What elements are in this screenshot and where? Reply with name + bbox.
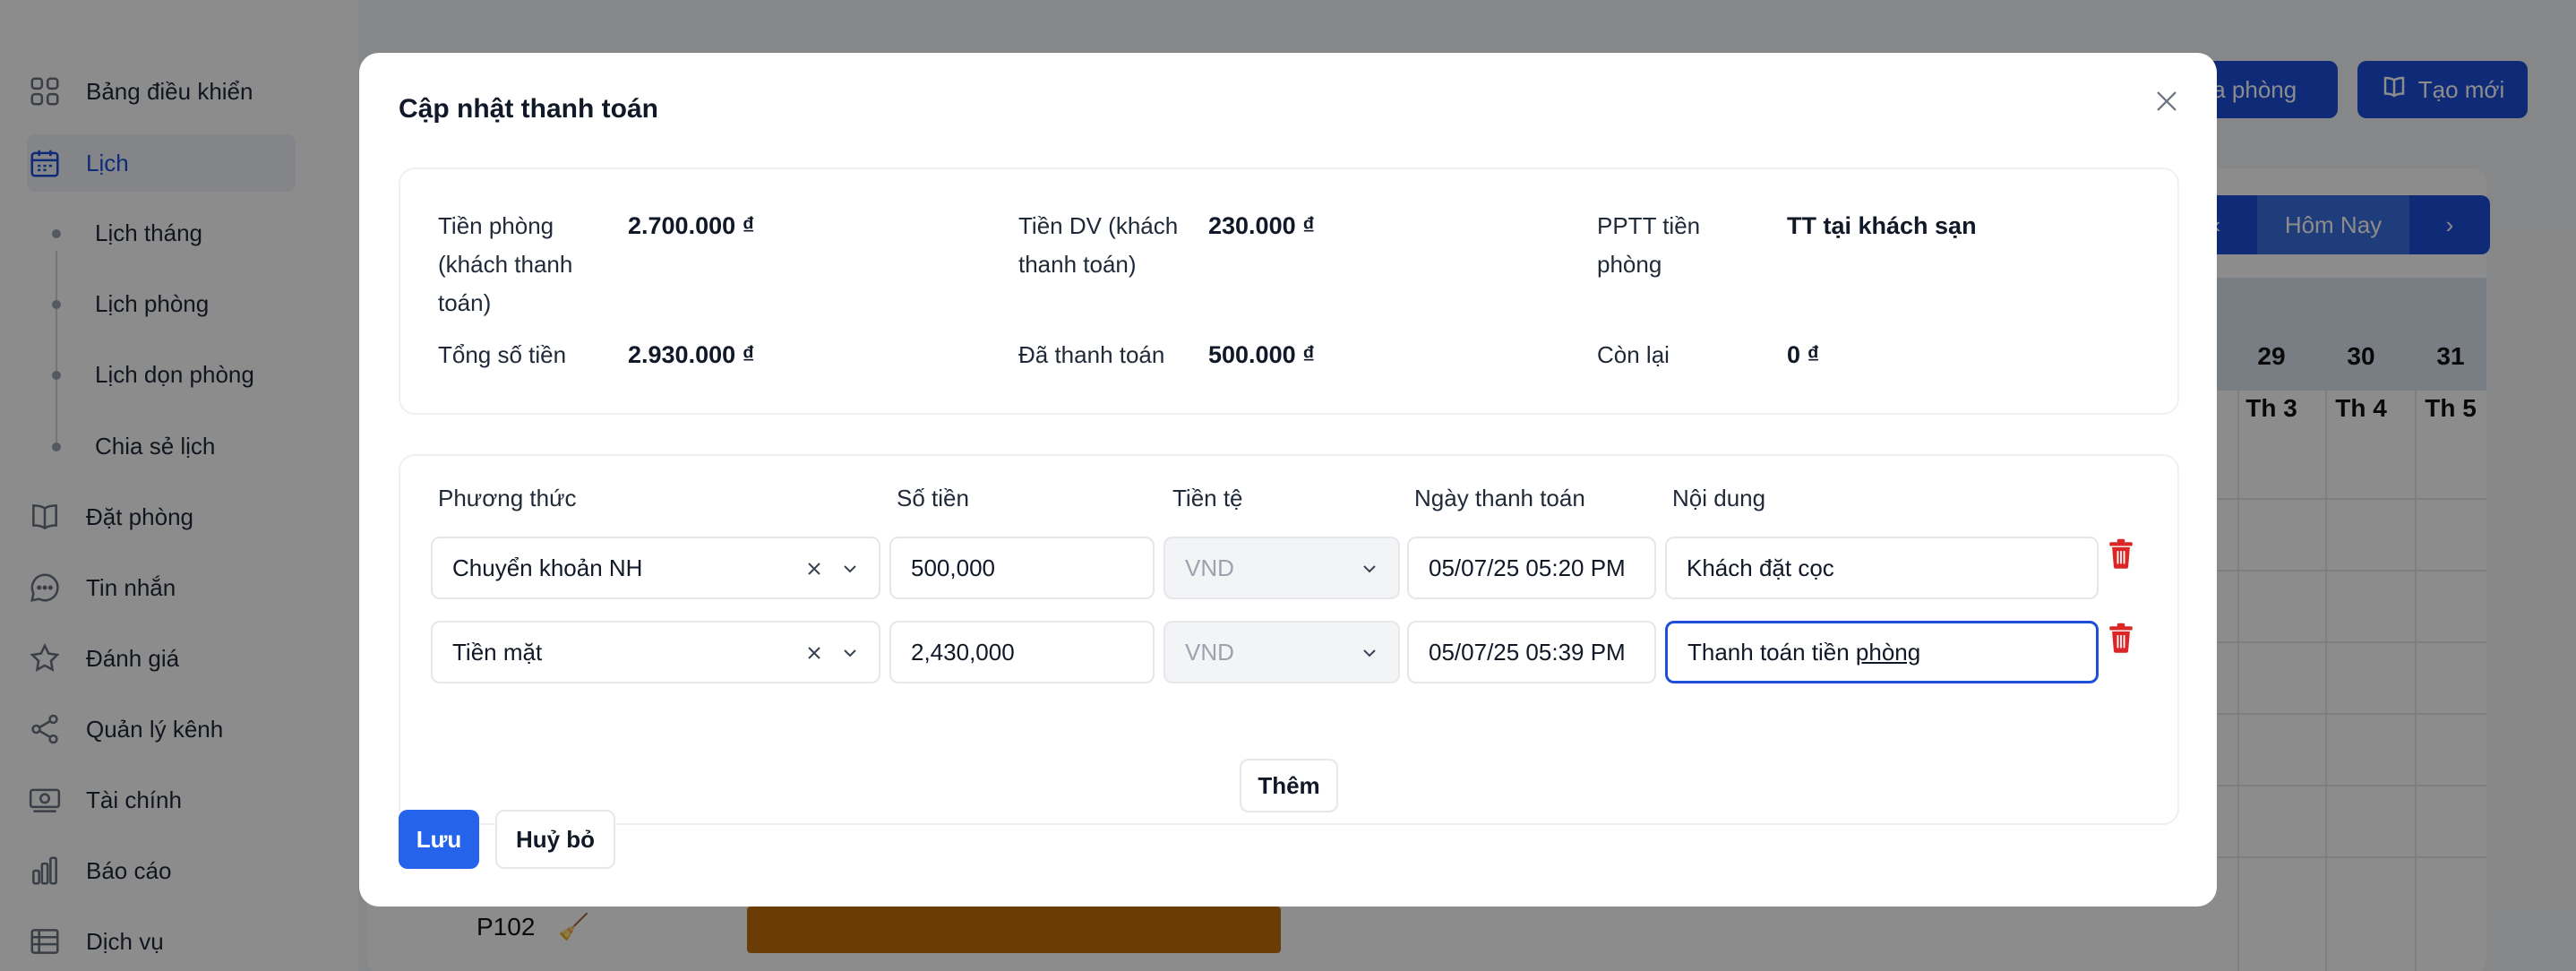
cancel-button[interactable]: Huỷ bỏ [495,810,615,869]
col-date: Ngày thanh toán [1414,485,1585,511]
paid-value: 500.000 ₫ [1208,341,1315,368]
col-currency: Tiền tệ [1172,485,1243,511]
date-input[interactable]: 05/07/25 05:39 PM [1407,621,1656,683]
room-paid-value: 2.700.000 ₫ [628,212,755,239]
trash-icon[interactable] [2108,623,2134,653]
total-value: 2.930.000 ₫ [628,341,755,368]
content-value: Khách đặt cọc [1687,554,1834,581]
chevron-down-icon [1363,565,1376,573]
amount-input[interactable]: 500,000 [889,537,1155,599]
method-select[interactable]: Chuyển khoản NH [431,537,880,599]
currency-select: VND [1163,537,1400,599]
col-content: Nội dung [1672,485,1766,511]
payment-lines: Phương thức Số tiền Tiền tệ Ngày thanh t… [399,454,2179,825]
service-paid-value: 230.000 ₫ [1208,212,1315,239]
room-paid-label: Tiền phòng (khách thanh toán) [438,212,573,316]
modal-title: Cập nhật thanh toán [399,94,658,124]
content-input[interactable]: Thanh toán tiền phòng [1665,621,2099,683]
chevron-down-icon [1363,649,1376,657]
room-method-label: PPTT tiền phòng [1597,212,1701,278]
content-input[interactable]: Khách đặt cọc [1665,537,2099,599]
amount-input[interactable]: 2,430,000 [889,621,1155,683]
clear-icon[interactable] [803,558,825,580]
content-value: Thanh toán tiền [1687,638,1856,666]
remaining-label: Còn lại [1597,341,1670,368]
chevron-down-icon[interactable] [839,558,861,580]
method-value: Chuyển khoản NH [452,554,643,581]
close-button[interactable] [2147,82,2186,121]
close-icon [2157,91,2177,111]
room-method-value: TT tại khách sạn [1787,212,1977,239]
remaining-value: 0 ₫ [1787,341,1820,368]
method-value: Tiền mặt [452,638,543,666]
save-button[interactable]: Lưu [399,810,479,869]
chevron-down-icon[interactable] [839,642,861,664]
col-method: Phương thức [438,485,577,511]
update-payment-modal: Cập nhật thanh toán Tiền phòng (khách th… [359,53,2217,907]
amount-value: 2,430,000 [911,638,1015,666]
trash-icon[interactable] [2108,538,2134,569]
add-payment-button[interactable]: Thêm [1240,759,1338,812]
method-select[interactable]: Tiền mặt [431,621,880,683]
payment-summary: Tiền phòng (khách thanh toán) 2.700.000 … [399,168,2179,415]
amount-value: 500,000 [911,554,995,581]
currency-value: VND [1185,638,1234,666]
service-paid-label: Tiền DV (khách thanh toán) [1018,212,1179,278]
date-value: 05/07/25 05:39 PM [1429,638,1626,666]
col-amount: Số tiền [897,485,969,511]
clear-icon[interactable] [803,642,825,664]
currency-value: VND [1185,554,1234,581]
date-input[interactable]: 05/07/25 05:20 PM [1407,537,1656,599]
total-label: Tổng số tiền [438,341,567,368]
currency-select: VND [1163,621,1400,683]
paid-label: Đã thanh toán [1018,341,1165,368]
date-value: 05/07/25 05:20 PM [1429,554,1626,581]
content-value-underlined: phòng [1855,638,1921,666]
